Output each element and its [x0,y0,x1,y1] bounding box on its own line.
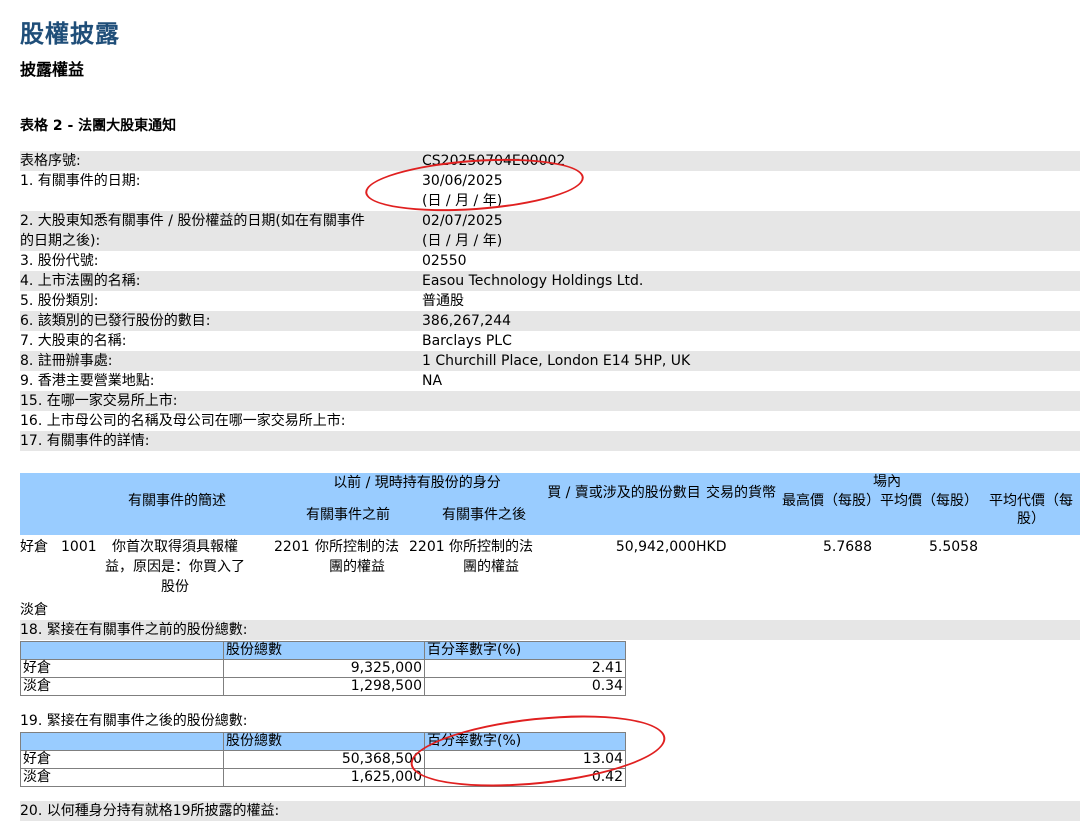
info-label: 4. 上市法團的名稱: [20,273,141,289]
event-date-value: 30/06/2025 [422,173,503,189]
col-before: 有關事件之前 [306,507,390,523]
short-position-label: 淡倉 [20,602,48,618]
col-percentage: 百分率數字(%) [424,641,626,660]
table-row: 好倉 9,325,000 2.41 [20,659,626,678]
info-row-company-name: 4. 上市法團的名稱: Easou Technology Holdings Lt… [20,271,1080,291]
section18-table: 股份總數 百分率數字(%) 好倉 9,325,000 2.41 淡倉 1,298… [20,641,626,696]
before-capacity: 你所控制的法團的權益 [315,539,399,575]
row-total: 9,325,000 [223,659,425,678]
row-total: 1,298,500 [223,677,425,696]
details-table-row: 好倉 1001 你首次取得須具報權益，原因是：你買入了股份 2201 你所控制的… [20,537,1080,599]
col-on-exchange: 場內 [873,474,901,490]
col-average-consideration: 平均代價（每股） [989,493,1073,527]
info-label: 7. 大股東的名稱: [20,333,127,349]
info-section: 表格序號: CS20250704E00002 1. 有關事件的日期: 30/06… [20,151,1080,451]
info-label: 6. 該類別的已發行股份的數目: [20,313,211,329]
currency: HKD [696,539,727,555]
info-row-parent-company: 16. 上市母公司的名稱及母公司在哪一家交易所上市: [20,411,1080,431]
row-percentage: 0.42 [424,768,626,787]
info-label-line1: 2. 大股東知悉有關事件 / 股份權益的日期(如在有關事件 [20,213,365,229]
info-value: 386,267,244 [422,313,512,329]
col-average-price: 平均價（每股） [880,493,978,509]
section19-table: 股份總數 百分率數字(%) 好倉 50,368,500 13.04 淡倉 1,6… [20,732,626,787]
empty-header [20,732,224,751]
info-label: 8. 註冊辦事處: [20,353,113,369]
row-percentage: 2.41 [424,659,626,678]
info-label: 3. 股份代號: [20,253,99,269]
col-after: 有關事件之後 [442,507,526,523]
row-label: 淡倉 [20,677,224,696]
col-highest-price: 最高價（每股） [782,493,880,509]
info-label: 9. 香港主要營業地點: [20,373,155,389]
info-label: 1. 有關事件的日期: [20,173,141,189]
col-currency: 交易的貨幣 [706,485,776,501]
col-total-shares: 股份總數 [223,641,425,660]
position-type: 好倉 [20,539,48,555]
highest-price: 5.7688 [823,539,872,555]
row-label: 淡倉 [20,768,224,787]
event-code: 1001 [61,539,97,555]
section19-title: 19. 緊接在有關事件之後的股份總數: [20,713,248,729]
info-row-event-date: 1. 有關事件的日期: 30/06/2025 (日 / 月 / 年) [20,171,1080,211]
info-value: 30/06/2025 (日 / 月 / 年) [422,171,1080,211]
section20-title: 20. 以何種身分持有就格19所披露的權益: [20,801,1080,821]
info-row-exchange: 15. 在哪一家交易所上市: [20,391,1080,411]
table-row: 淡倉 1,625,000 0.42 [20,768,626,787]
row-percentage: 13.04 [424,750,626,769]
info-value: Barclays PLC [422,333,512,349]
before-code: 2201 [274,539,310,555]
info-row-issued-shares: 6. 該類別的已發行股份的數目: 386,267,244 [20,311,1080,331]
table-row: 淡倉 1,298,500 0.34 [20,677,626,696]
info-row-share-class: 5. 股份類別: 普通股 [20,291,1080,311]
info-value: 普通股 [422,293,464,309]
info-row-registered-office: 8. 註冊辦事處: 1 Churchill Place, London E14 … [20,351,1080,371]
info-label: 5. 股份類別: [20,293,99,309]
row-label: 好倉 [20,750,224,769]
info-label: 2. 大股東知悉有關事件 / 股份權益的日期(如在有關事件 的日期之後): [20,211,422,251]
col-total-shares: 股份總數 [223,732,425,751]
info-label: 表格序號: [20,153,81,169]
col-description: 有關事件的簡述 [128,493,226,509]
row-percentage: 0.34 [424,677,626,696]
info-row-form-number: 表格序號: CS20250704E00002 [20,151,1080,171]
aware-date-value: 02/07/2025 [422,213,503,229]
event-description: 你首次取得須具報權益，原因是：你買入了股份 [105,539,245,595]
col-shares: 買 / 賣或涉及的股份數目 [547,485,701,501]
page-subtitle: 披露權益 [20,60,85,79]
row-total: 1,625,000 [223,768,425,787]
form-title: 表格 2 - 法團大股東通知 [20,118,177,134]
date-format-note: (日 / 月 / 年) [422,193,503,209]
row-total: 50,368,500 [223,750,425,769]
info-label: 15. 在哪一家交易所上市: [20,393,178,409]
info-value: NA [422,373,443,389]
info-value: 1 Churchill Place, London E14 5HP, UK [422,353,691,369]
info-label-line2: 的日期之後): [20,233,101,249]
info-label: 17. 有關事件的詳情: [20,433,150,449]
info-label: 16. 上市母公司的名稱及母公司在哪一家交易所上市: [20,413,346,429]
row-label: 好倉 [20,659,224,678]
after-code: 2201 [409,539,445,555]
info-row-shareholder-name: 7. 大股東的名稱: Barclays PLC [20,331,1080,351]
date-format-note: (日 / 月 / 年) [422,233,503,249]
table-row: 好倉 50,368,500 13.04 [20,750,626,769]
info-value: CS20250704E00002 [422,153,566,169]
empty-header [20,641,224,660]
details-table-header: 有關事件的簡述 以前 / 現時持有股份的身分 有關事件之前 有關事件之後 買 /… [20,473,1080,535]
info-row-hk-place: 9. 香港主要營業地點: NA [20,371,1080,391]
info-value: Easou Technology Holdings Ltd. [422,273,644,289]
info-value: 02/07/2025 (日 / 月 / 年) [422,211,1080,251]
info-row-stock-code: 3. 股份代號: 02550 [20,251,1080,271]
page-title: 股權披露 [20,20,120,48]
col-capacity-group: 以前 / 現時持有股份的身分 [333,475,501,491]
average-price: 5.5058 [929,539,978,555]
info-row-event-details: 17. 有關事件的詳情: [20,431,1080,451]
after-capacity: 你所控制的法團的權益 [449,539,533,575]
info-value: 02550 [422,253,467,269]
shares-involved: 50,942,000 [615,539,696,555]
section18-title: 18. 緊接在有關事件之前的股份總數: [20,620,1080,640]
col-percentage: 百分率數字(%) [424,732,626,751]
info-row-aware-date: 2. 大股東知悉有關事件 / 股份權益的日期(如在有關事件 的日期之後): 02… [20,211,1080,251]
